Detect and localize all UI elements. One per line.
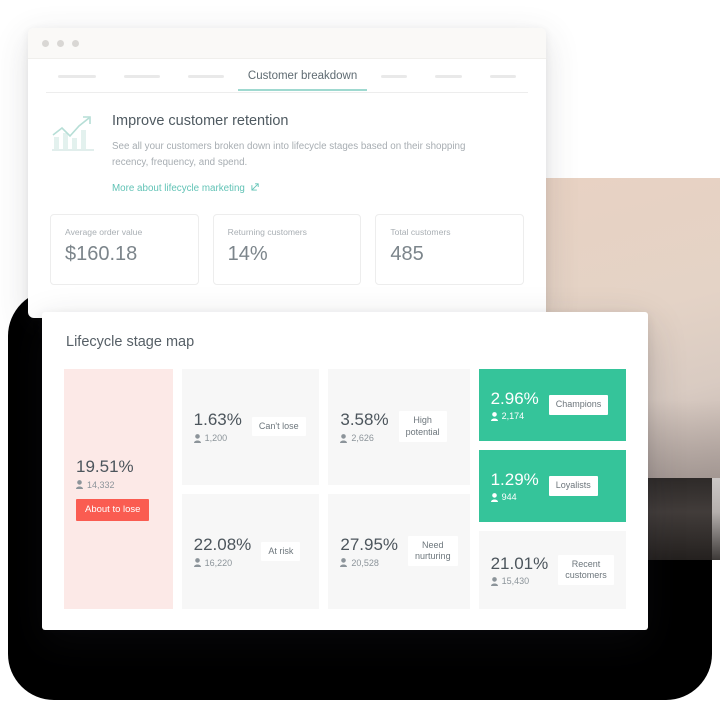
tile-badge-about-to-lose: About to lose xyxy=(76,498,150,521)
hero-text: Improve customer retention See all your … xyxy=(112,111,524,196)
lifecycle-column-4: 2.96% 2,174 Champions 1.29% 944 Loyalist… xyxy=(478,369,627,609)
tile-count: 14,332 xyxy=(76,480,134,490)
tab-placeholder-3[interactable] xyxy=(187,74,224,78)
lifecycle-tile-cant-lose[interactable]: 1.63% 1,200 Can't lose xyxy=(181,369,320,485)
tab-placeholder-6[interactable] xyxy=(489,74,516,78)
lifecycle-marketing-link-label: More about lifecycle marketing xyxy=(112,182,245,194)
tab-customer-breakdown[interactable]: Customer breakdown xyxy=(237,70,368,91)
tile-percent: 2.96% xyxy=(490,388,539,408)
lifecycle-tile-need-nurturing[interactable]: 27.95% 20,528 Need nurturing xyxy=(328,493,470,609)
lifecycle-tile-champions[interactable]: 2.96% 2,174 Champions xyxy=(478,369,627,441)
person-icon xyxy=(490,492,498,502)
stat-card-row: Average order value $160.18 Returning cu… xyxy=(50,213,525,285)
tile-count-value: 2,626 xyxy=(351,433,374,444)
tile-count: 944 xyxy=(490,492,539,503)
tile-count: 2,626 xyxy=(340,433,388,443)
external-link-icon xyxy=(251,182,260,194)
lifecycle-tile-high-potential[interactable]: 3.58% 2,626 High potential xyxy=(328,369,470,485)
tile-percent: 21.01% xyxy=(490,553,549,573)
close-dot-icon[interactable] xyxy=(42,39,49,47)
tab-placeholder-2[interactable] xyxy=(123,74,160,78)
tile-count: 2,174 xyxy=(490,411,539,422)
screenshot-stage: Customer breakdown Improve customer rete… xyxy=(0,0,720,720)
tile-percent: 19.51% xyxy=(76,457,134,477)
tile-metrics: 3.58% 2,626 xyxy=(340,410,389,443)
lifecycle-column-1: 19.51% 14,332 About to lose xyxy=(64,369,173,609)
tile-percent: 1.63% xyxy=(193,410,242,430)
tile-percent: 3.58% xyxy=(340,410,389,430)
lifecycle-tile-loyalists[interactable]: 1.29% 944 Loyalists xyxy=(478,450,627,522)
tile-metrics: 2.96% 2,174 xyxy=(490,388,539,422)
lifecycle-tile-recent-customers[interactable]: 21.01% 15,430 Recent customers xyxy=(478,531,627,609)
stat-value: 485 xyxy=(390,242,424,265)
tile-count-value: 15,430 xyxy=(501,576,530,587)
tile-badge-loyalists: Loyalists xyxy=(548,476,598,496)
tile-badge-high-potential: High potential xyxy=(398,411,447,442)
hero-section: Improve customer retention See all your … xyxy=(50,111,524,196)
lifecycle-tile-grid: 19.51% 14,332 About to lose 1.63% 1,200 … xyxy=(64,369,627,609)
stat-label: Average order value xyxy=(65,226,143,237)
stat-label: Returning customers xyxy=(227,226,307,237)
tile-metrics: 1.29% 944 xyxy=(490,469,539,503)
tile-count-value: 14,332 xyxy=(87,479,115,490)
tile-metrics: 22.08% 16,220 xyxy=(193,534,252,568)
stat-card-total-customers: Total customers 485 xyxy=(375,213,525,285)
lifecycle-tile-at-risk[interactable]: 22.08% 16,220 At risk xyxy=(181,493,320,609)
tile-count: 16,220 xyxy=(193,557,252,568)
page-title: Improve customer retention xyxy=(112,113,289,129)
tile-percent: 27.95% xyxy=(340,534,399,554)
person-icon xyxy=(490,411,498,421)
tile-count-value: 20,528 xyxy=(351,557,379,568)
tile-metrics: 27.95% 20,528 xyxy=(340,535,398,568)
tile-percent: 22.08% xyxy=(193,534,252,554)
tile-metrics: 21.01% 15,430 xyxy=(490,553,549,587)
tab-placeholder-5[interactable] xyxy=(435,74,462,78)
lifecycle-stage-map-panel: Lifecycle stage map 19.51% 14,332 About … xyxy=(42,312,648,630)
lifecycle-marketing-link[interactable]: More about lifecycle marketing xyxy=(112,182,260,194)
tile-count-value: 944 xyxy=(501,492,517,503)
tile-badge-cant-lose: Can't lose xyxy=(251,417,306,437)
person-icon xyxy=(340,433,348,443)
stat-value: $160.18 xyxy=(65,242,138,265)
stat-card-returning-customers: Returning customers 14% xyxy=(212,213,362,285)
stat-label: Total customers xyxy=(390,226,451,237)
tile-badge-need-nurturing: Need nurturing xyxy=(408,535,458,567)
tab-placeholder-1[interactable] xyxy=(58,74,96,78)
lifecycle-column-3: 3.58% 2,626 High potential 27.95% 20,528… xyxy=(328,369,470,609)
lifecycle-column-2: 1.63% 1,200 Can't lose 22.08% 16,220 At … xyxy=(181,369,320,609)
maximize-dot-icon[interactable] xyxy=(72,39,79,47)
tile-percent: 1.29% xyxy=(490,469,539,489)
window-titlebar xyxy=(28,28,546,59)
hero-description: See all your customers broken down into … xyxy=(112,141,466,169)
tile-count-value: 16,220 xyxy=(204,557,233,568)
tab-placeholder-4[interactable] xyxy=(381,74,408,78)
tile-badge-champions: Champions xyxy=(548,395,609,415)
tile-count-value: 2,174 xyxy=(501,411,525,422)
tile-badge-recent-customers: Recent customers xyxy=(558,554,614,586)
lifecycle-panel-title: Lifecycle stage map xyxy=(66,334,195,350)
stat-value: 14% xyxy=(227,242,268,265)
tile-count: 1,200 xyxy=(193,433,242,444)
person-icon xyxy=(490,576,498,586)
minimize-dot-icon[interactable] xyxy=(57,39,64,47)
tile-metrics: 1.63% 1,200 xyxy=(193,410,242,444)
person-icon xyxy=(193,558,201,568)
person-icon xyxy=(193,433,201,443)
tile-badge-at-risk: At risk xyxy=(261,541,301,561)
lifecycle-tile-about-to-lose[interactable]: 19.51% 14,332 About to lose xyxy=(64,369,173,609)
stat-card-average-order-value: Average order value $160.18 xyxy=(50,213,199,285)
tile-count: 15,430 xyxy=(490,576,549,587)
person-icon xyxy=(76,480,83,490)
browser-window: Customer breakdown Improve customer rete… xyxy=(28,28,546,318)
panel-body: Improve customer retention See all your … xyxy=(28,93,546,285)
growth-chart-icon xyxy=(50,113,96,153)
person-icon xyxy=(340,558,348,568)
tile-metrics: 19.51% 14,332 xyxy=(76,457,134,490)
tile-count-value: 1,200 xyxy=(204,433,228,444)
tab-bar: Customer breakdown xyxy=(28,59,546,93)
tile-count: 20,528 xyxy=(340,558,398,568)
